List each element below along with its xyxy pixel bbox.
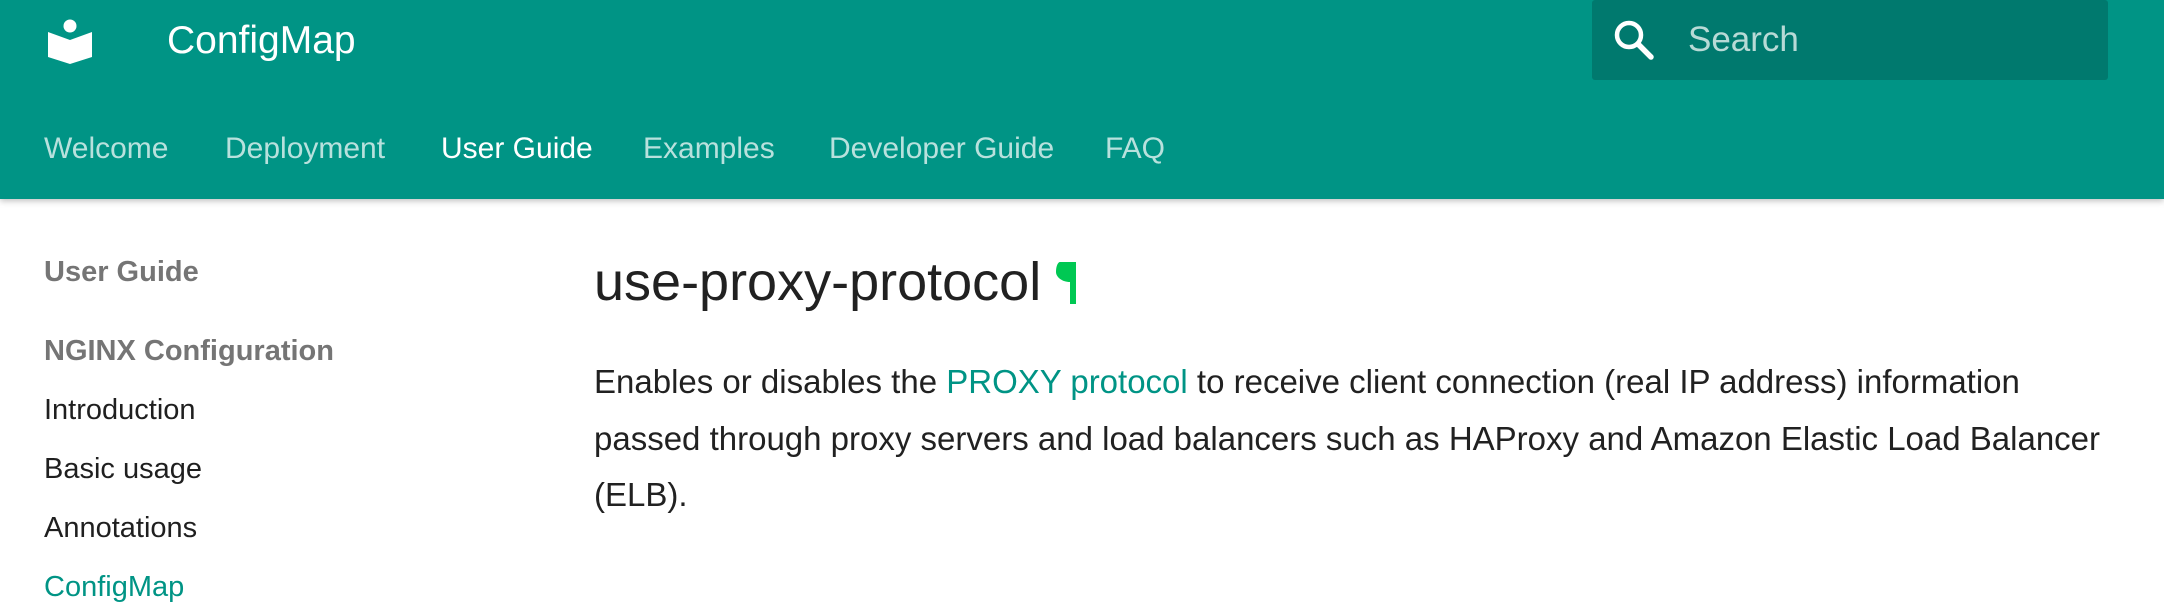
search-input[interactable] [1688,0,2088,80]
nav-tabs: Welcome Deployment User Guide Examples D… [0,118,2164,178]
sidebar-item-annotations[interactable]: Annotations [44,508,197,548]
sidebar-item-introduction[interactable]: Introduction [44,390,196,430]
permalink-icon[interactable] [1054,260,1078,304]
top-bar: ConfigMap [0,0,2164,82]
sidebar-section-title: User Guide [44,256,199,288]
page-title: use-proxy-protocol [594,252,1042,312]
sidebar-item-basic-usage[interactable]: Basic usage [44,449,202,489]
sidebar-group-title: NGINX Configuration [44,335,334,367]
sidebar-item-configmap[interactable]: ConfigMap [44,567,184,607]
proxy-protocol-link[interactable]: PROXY protocol [946,363,1188,400]
tab-faq[interactable]: FAQ [1105,130,1165,168]
site-title[interactable]: ConfigMap [167,18,356,64]
tab-deployment[interactable]: Deployment [225,130,385,168]
tab-developer-guide[interactable]: Developer Guide [829,130,1054,168]
description-paragraph: Enables or disables the PROXY protocol t… [594,354,2124,524]
site-header: ConfigMap Welcome Deployment User Guide … [0,0,2164,199]
tab-examples[interactable]: Examples [643,130,775,168]
search-box[interactable] [1592,0,2108,80]
logo-icon[interactable] [46,17,94,65]
description-text-start: Enables or disables the [594,363,947,400]
tab-user-guide[interactable]: User Guide [441,130,593,168]
search-icon[interactable] [1612,18,1656,62]
tab-welcome[interactable]: Welcome [44,130,168,168]
